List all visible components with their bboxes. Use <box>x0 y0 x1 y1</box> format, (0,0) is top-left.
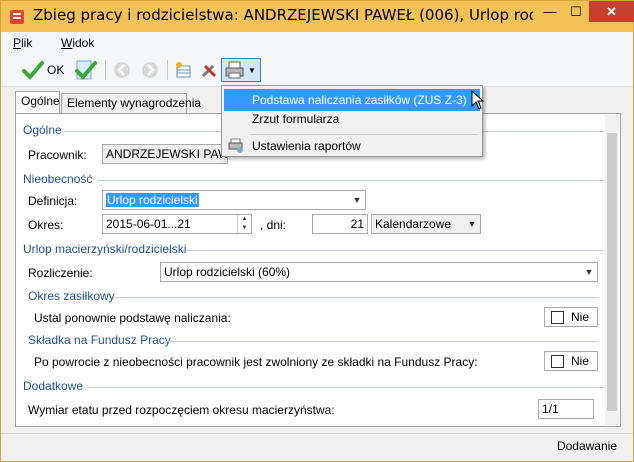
kalendarzowe-value: Kalendarzowe <box>375 217 452 231</box>
menu-plik[interactable]: Plik <box>13 36 32 50</box>
next-button[interactable] <box>140 58 160 82</box>
arrow-left-icon <box>114 62 130 78</box>
section-okres-zasilkowy-title: Okres zasiłkowy <box>28 289 115 303</box>
menu-item-zrzut-formularza[interactable]: Zrzut formularza <box>224 108 480 130</box>
po-powrocie-value: Nie <box>571 354 590 368</box>
main-window: Zbieg pracy i rodzicielstwa: ANDRZEJEWSK… <box>0 0 634 462</box>
section-urlop-title: Urlop macierzyński/rodzicielski <box>23 242 187 256</box>
minimize-button[interactable]: — <box>537 1 563 22</box>
toolbar-separator <box>105 60 106 80</box>
print-menu: Podstawa naliczania zasiłków (ZUS Z-3) Z… <box>221 85 483 157</box>
scrollbar-thumb[interactable] <box>607 133 617 411</box>
definicja-label: Definicja: <box>28 194 78 208</box>
wymiar-label: Wymiar etatu przed rozpoczęciem okresu m… <box>28 403 335 417</box>
checkmark-icon <box>22 61 44 80</box>
mouse-cursor-icon <box>471 90 485 110</box>
section-divider <box>86 387 604 388</box>
menu-widok[interactable]: Widok <box>61 36 94 50</box>
okres-label: Okres: <box>28 218 64 232</box>
definicja-value: Urlop rodzicielski <box>106 193 199 207</box>
okres-value: 2015-06-01...21 <box>106 217 191 231</box>
tab-elementy-wynagrodzenia[interactable]: Elementy wynagrodzenia <box>61 93 201 113</box>
grid-star-icon <box>176 62 191 78</box>
chevron-down-icon[interactable]: ▼ <box>349 191 365 209</box>
chevron-down-icon[interactable]: ▼ <box>248 66 256 75</box>
po-powrocie-checkbox-field[interactable]: Nie <box>544 351 598 371</box>
kalendarzowe-select: Kalendarzowe ▼ <box>371 214 481 234</box>
definicja-select[interactable]: Urlop rodzicielski ▼ <box>102 190 366 210</box>
ustal-label: Ustal ponownie podstawę naliczania: <box>34 311 231 325</box>
ustal-value: Nie <box>571 310 590 324</box>
rozliczenie-value: Urlop rodzicielski (60%) <box>164 265 291 279</box>
toolbar-separator <box>167 60 168 80</box>
section-divider <box>186 250 604 251</box>
menu-bar: Plik Widok <box>1 32 633 54</box>
rozliczenie-label: Rozliczenie: <box>28 266 93 280</box>
grid-button[interactable] <box>174 58 194 82</box>
dni-label: , dni: <box>260 218 287 232</box>
chevron-down-icon[interactable]: ▼ <box>581 263 597 281</box>
okres-field[interactable]: 2015-06-01...21 ▲ ▼ <box>102 214 252 234</box>
okres-spinner[interactable]: ▲ ▼ <box>237 215 251 233</box>
ok-label: OK <box>47 63 65 77</box>
title-bar[interactable]: Zbieg pracy i rodzicielstwa: ANDRZEJEWSK… <box>1 1 634 32</box>
status-bar: Dodawanie <box>1 433 633 461</box>
ok-button[interactable]: OK <box>21 58 64 82</box>
window-title: Zbieg pracy i rodzicielstwa: ANDRZEJEWSK… <box>33 6 533 24</box>
ustal-checkbox[interactable] <box>551 310 564 324</box>
wymiar-field[interactable]: 1/1 <box>538 399 594 419</box>
status-text: Dodawanie <box>556 439 617 453</box>
save-close-button[interactable] <box>73 58 97 82</box>
close-button[interactable]: ✕ <box>589 1 634 22</box>
section-fundusz-title: Składka na Fundusz Pracy <box>28 333 171 347</box>
po-powrocie-checkbox[interactable] <box>551 354 564 368</box>
pracownik-field[interactable]: ANDRZEJEWSKI PAWEŁ (006) <box>102 144 228 164</box>
section-divider <box>164 341 599 342</box>
tools-icon <box>201 64 217 78</box>
ustal-checkbox-field[interactable]: Nie <box>544 307 598 327</box>
printer-icon <box>225 61 244 79</box>
section-dodatkowe-title: Dodatkowe <box>23 379 84 393</box>
section-divider <box>98 180 604 181</box>
maximize-button[interactable]: ☐ <box>563 1 589 22</box>
print-button[interactable]: ▼ <box>221 58 261 82</box>
section-nieobecnosc-title: Nieobecność <box>23 172 93 186</box>
rozliczenie-select[interactable]: Urlop rodzicielski (60%) ▼ <box>160 262 598 282</box>
pracownik-label: Pracownik: <box>28 148 87 162</box>
arrow-right-icon <box>142 62 158 78</box>
app-icon <box>10 10 24 24</box>
tools-button[interactable] <box>199 58 219 82</box>
section-divider <box>114 297 599 298</box>
toolbar: OK ▼ <box>1 54 633 87</box>
checkmark-doc-icon <box>75 60 97 80</box>
previous-button[interactable] <box>112 58 132 82</box>
menu-item-ustawienia-raportow[interactable]: Ustawienia raportów <box>224 135 480 157</box>
chevron-down-icon: ▼ <box>467 219 477 229</box>
vertical-scrollbar[interactable] <box>605 115 619 425</box>
po-powrocie-label: Po powrocie z nieobecności pracownik jes… <box>34 355 478 369</box>
form-panel: Ogólne Pracownik: ANDRZEJEWSKI PAWEŁ (00… <box>15 113 621 427</box>
dni-field[interactable]: 21 <box>312 214 368 234</box>
tab-ogolne[interactable]: Ogólne <box>15 91 60 113</box>
section-ogolne-title: Ogólne <box>23 123 62 137</box>
